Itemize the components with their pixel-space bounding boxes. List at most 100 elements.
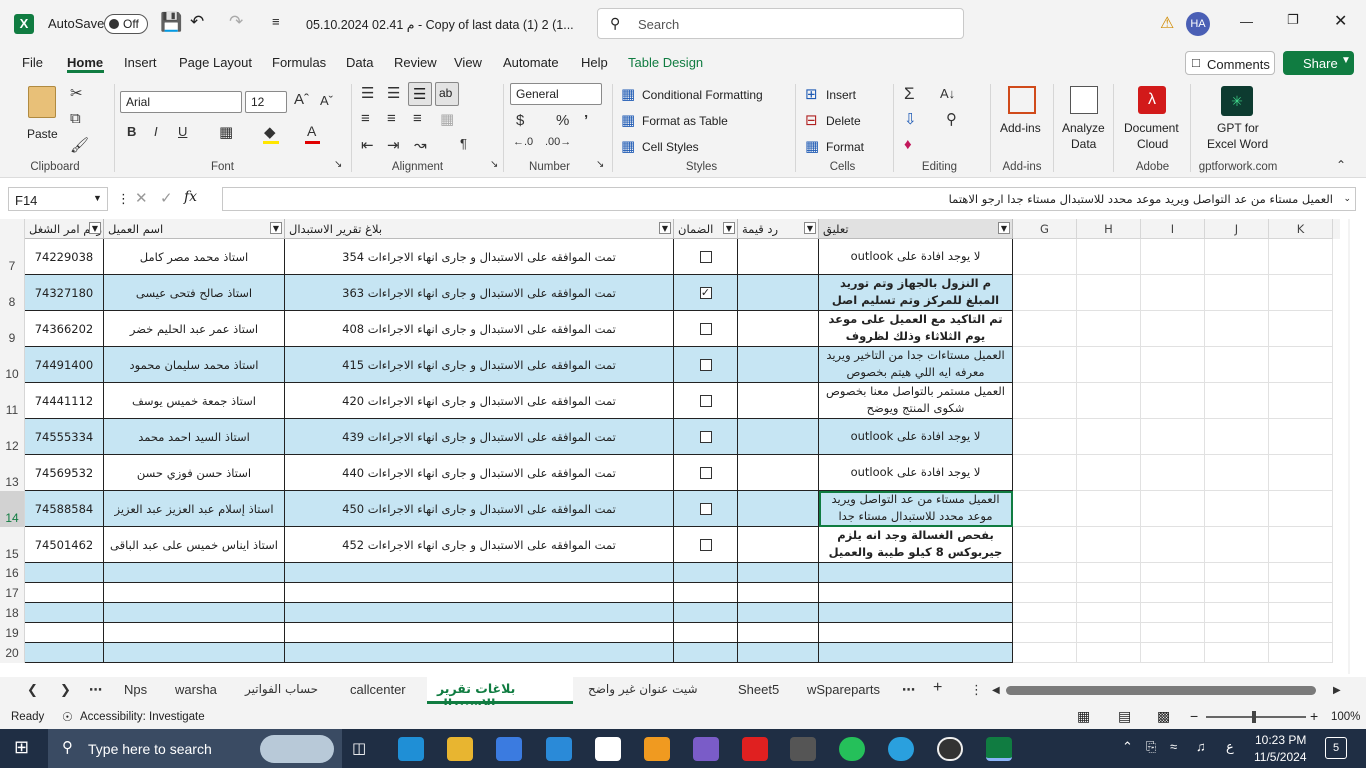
- empty-cell[interactable]: [1077, 603, 1141, 623]
- empty-cell[interactable]: [1269, 275, 1333, 311]
- warranty-checkbox[interactable]: [699, 538, 712, 551]
- filter-dropdown-icon[interactable]: ▼: [723, 222, 735, 234]
- order-cell[interactable]: 74441112: [25, 383, 104, 419]
- empty-cell[interactable]: [819, 583, 1013, 603]
- menu-home[interactable]: Home: [67, 55, 103, 70]
- gpt-excel-icon[interactable]: ✳: [1221, 86, 1253, 116]
- sheet-tab[interactable]: warsha: [175, 682, 217, 697]
- empty-cell[interactable]: [1269, 491, 1333, 527]
- zoom-slider[interactable]: [1206, 716, 1306, 718]
- menu-formulas[interactable]: Formulas: [272, 55, 326, 70]
- adobe-pdf-icon[interactable]: λ: [1138, 86, 1166, 114]
- empty-cell[interactable]: [1013, 563, 1077, 583]
- delete-cells-button[interactable]: Delete: [826, 114, 861, 128]
- close-icon[interactable]: ✕: [1334, 11, 1347, 31]
- empty-cell[interactable]: [1205, 239, 1269, 275]
- align-center-icon[interactable]: ≡: [387, 110, 396, 127]
- menu-view[interactable]: View: [454, 55, 482, 70]
- report-cell[interactable]: تمت الموافقه على الاستبدال و جارى انهاء …: [285, 419, 674, 455]
- empty-cell[interactable]: [1077, 527, 1141, 563]
- comments-button[interactable]: □ Comments: [1185, 51, 1275, 75]
- menu-review[interactable]: Review: [394, 55, 437, 70]
- empty-cell[interactable]: [1141, 643, 1205, 663]
- empty-cell[interactable]: [1205, 347, 1269, 383]
- menu-table-design[interactable]: Table Design: [628, 55, 703, 70]
- text-direction-icon[interactable]: ¶: [460, 136, 467, 151]
- order-cell[interactable]: 74491400: [25, 347, 104, 383]
- store-icon[interactable]: [496, 737, 522, 761]
- adobe-line2[interactable]: Cloud: [1137, 137, 1168, 151]
- empty-cell[interactable]: [1141, 239, 1205, 275]
- empty-cell[interactable]: [1013, 583, 1077, 603]
- empty-cell[interactable]: [1205, 603, 1269, 623]
- empty-cell[interactable]: [1205, 491, 1269, 527]
- row-number[interactable]: 19: [0, 623, 25, 643]
- empty-cell[interactable]: [1077, 455, 1141, 491]
- report-cell[interactable]: تمت الموافقه على الاستبدال و جارى انهاء …: [285, 347, 674, 383]
- font-size-select[interactable]: 12: [245, 91, 287, 113]
- more-sheets-icon[interactable]: ⋯: [902, 682, 915, 698]
- conditional-formatting-button[interactable]: Conditional Formatting: [642, 88, 763, 102]
- row-number[interactable]: 15: [0, 527, 25, 563]
- row-number[interactable]: 7: [0, 239, 25, 275]
- filter-dropdown-icon[interactable]: ▼: [998, 222, 1010, 234]
- empty-cell[interactable]: [1269, 583, 1333, 603]
- undo-icon[interactable]: ↶: [190, 12, 204, 32]
- warranty-checkbox[interactable]: [699, 466, 712, 479]
- warranty-cell[interactable]: [674, 419, 738, 455]
- order-cell[interactable]: 74569532: [25, 455, 104, 491]
- empty-cell[interactable]: [674, 583, 738, 603]
- italic-icon[interactable]: I: [154, 124, 158, 139]
- vertical-scrollbar[interactable]: [1348, 219, 1350, 674]
- warranty-checkbox[interactable]: [699, 430, 712, 443]
- sheet-tab[interactable]: Nps: [124, 682, 147, 697]
- warranty-cell[interactable]: [674, 491, 738, 527]
- sheet-tab-active[interactable]: بلاغات تقرير الاستبدال: [427, 677, 573, 711]
- empty-cell[interactable]: [1141, 275, 1205, 311]
- row-number[interactable]: 11: [0, 383, 25, 419]
- order-cell[interactable]: 74555334: [25, 419, 104, 455]
- row-number[interactable]: 17: [0, 583, 25, 603]
- customer-cell[interactable]: استاذ محمد مصر كامل: [104, 239, 285, 275]
- alignment-launcher-icon[interactable]: ↘: [490, 159, 498, 170]
- comma-icon[interactable]: ’: [584, 112, 588, 129]
- add-sheet-icon[interactable]: +: [933, 679, 942, 697]
- percent-icon[interactable]: %: [556, 112, 569, 129]
- empty-cell[interactable]: [819, 563, 1013, 583]
- empty-cell[interactable]: [1141, 383, 1205, 419]
- empty-cell[interactable]: [1269, 347, 1333, 383]
- copilot-icon[interactable]: [693, 737, 719, 761]
- empty-cell[interactable]: [1141, 311, 1205, 347]
- empty-cell[interactable]: [1077, 643, 1141, 663]
- value-cell[interactable]: [738, 491, 819, 527]
- warranty-cell[interactable]: [674, 239, 738, 275]
- paste-button[interactable]: Paste: [22, 84, 62, 148]
- empty-cell[interactable]: [1141, 623, 1205, 643]
- accessibility-status[interactable]: Accessibility: Investigate: [80, 711, 205, 723]
- increase-decimal-icon[interactable]: ←.0: [513, 136, 533, 148]
- filter-dropdown-icon[interactable]: ▼: [270, 222, 282, 234]
- customer-cell[interactable]: استاذ ايناس خميس على عبد الباقى: [104, 527, 285, 563]
- conditional-formatting-icon[interactable]: ▦: [621, 85, 635, 103]
- align-top-icon[interactable]: ☰: [361, 84, 374, 102]
- column-j-header[interactable]: J: [1205, 219, 1269, 239]
- fill-icon[interactable]: ⇩: [904, 110, 917, 128]
- report-cell[interactable]: تمت الموافقه على الاستبدال و جارى انهاء …: [285, 239, 674, 275]
- page-layout-view-icon[interactable]: ▤: [1118, 708, 1131, 725]
- empty-cell[interactable]: [104, 643, 285, 663]
- empty-cell[interactable]: [819, 623, 1013, 643]
- warranty-cell[interactable]: [674, 527, 738, 563]
- media-player-icon[interactable]: [937, 737, 963, 761]
- maximize-icon[interactable]: ❐: [1287, 12, 1299, 28]
- decrease-decimal-icon[interactable]: .00→: [545, 136, 571, 148]
- youtube-icon[interactable]: [742, 737, 768, 761]
- menu-help[interactable]: Help: [581, 55, 608, 70]
- empty-cell[interactable]: [738, 563, 819, 583]
- empty-cell[interactable]: [1141, 527, 1205, 563]
- customer-cell[interactable]: استاذ صالح فتحى عيسى: [104, 275, 285, 311]
- cancel-icon[interactable]: ✕: [135, 189, 148, 207]
- order-cell[interactable]: 74366202: [25, 311, 104, 347]
- value-cell[interactable]: [738, 239, 819, 275]
- empty-cell[interactable]: [1205, 455, 1269, 491]
- increase-font-icon[interactable]: Aˆ: [294, 91, 309, 108]
